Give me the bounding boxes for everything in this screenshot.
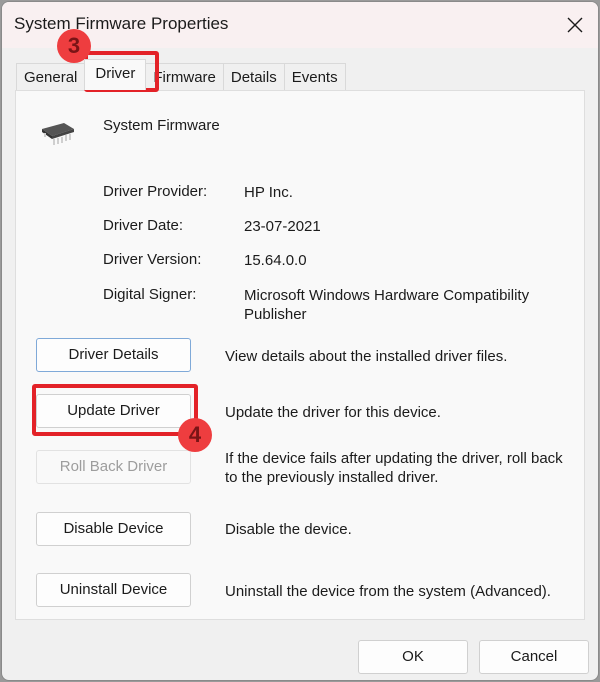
uninstall-device-button[interactable]: Uninstall Device [36,573,191,607]
chip-icon [42,123,74,145]
update-driver-description: Update the driver for this device. [225,404,441,421]
tab-driver[interactable]: Driver [84,59,147,90]
tab-general[interactable]: General [16,63,86,90]
title-bar: System Firmware Properties [2,2,598,48]
properties-dialog: System Firmware Properties General Drive… [1,1,599,681]
update-driver-button[interactable]: Update Driver [36,394,191,428]
tab-firmware[interactable]: Firmware [145,63,224,90]
tab-details[interactable]: Details [222,63,285,90]
tab-strip: General Driver Firmware Details Events [16,59,346,91]
close-icon [567,17,583,33]
disable-device-description: Disable the device. [225,521,352,538]
driver-details-description: View details about the installed driver … [225,348,508,365]
close-button[interactable] [552,2,598,48]
ok-button[interactable]: OK [358,640,468,674]
disable-device-button[interactable]: Disable Device [36,512,191,546]
driver-provider-label: Driver Provider: [103,183,208,200]
window-title: System Firmware Properties [14,14,229,33]
uninstall-device-description: Uninstall the device from the system (Ad… [225,583,551,600]
driver-provider-value: HP Inc. [244,184,293,201]
driver-tab-panel: System Firmware Driver Provider: HP Inc.… [15,90,585,620]
device-name: System Firmware [103,117,220,134]
roll-back-driver-description: If the device fails after updating the d… [225,450,563,486]
driver-details-button[interactable]: Driver Details [36,338,191,372]
cancel-button[interactable]: Cancel [479,640,589,674]
digital-signer-value: Microsoft Windows Hardware Compatibility… [244,287,530,323]
driver-date-value: 23-07-2021 [244,218,321,235]
roll-back-driver-button[interactable]: Roll Back Driver [36,450,191,484]
digital-signer-label: Digital Signer: [103,286,197,303]
driver-version-label: Driver Version: [103,251,202,268]
driver-version-value: 15.64.0.0 [244,252,307,269]
tab-events[interactable]: Events [283,63,346,90]
driver-date-label: Driver Date: [103,217,184,234]
